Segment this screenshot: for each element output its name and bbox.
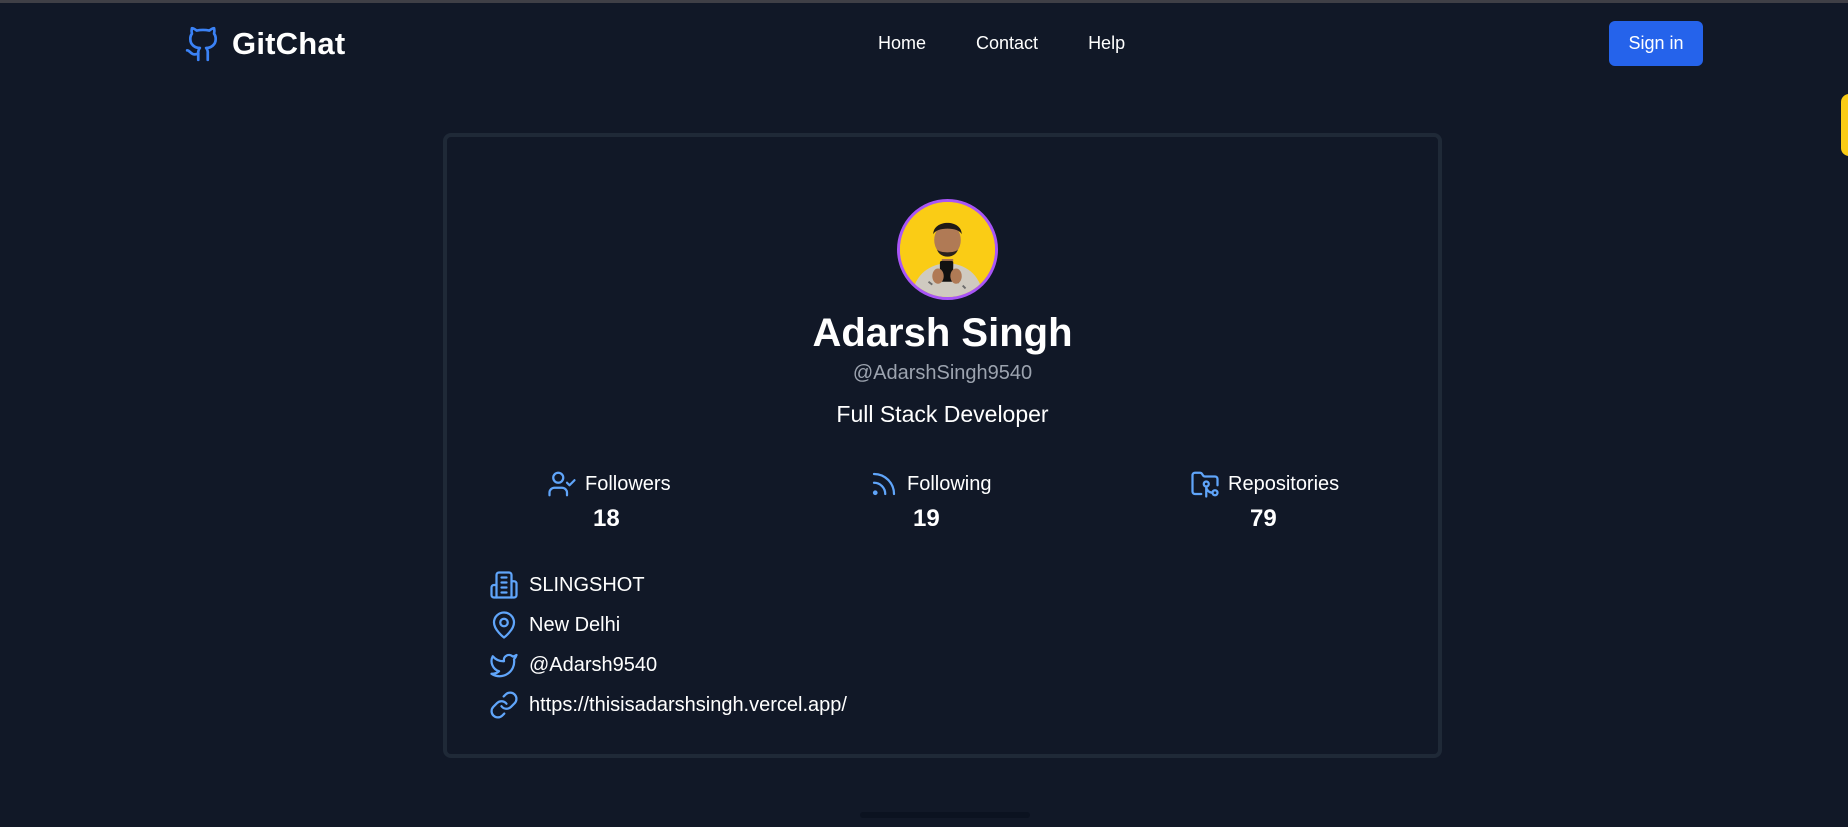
building-icon (490, 571, 518, 599)
avatar (897, 199, 998, 300)
stat-followers[interactable]: Followers 18 (547, 467, 747, 533)
profile-details: SLINGSHOT New Delhi @Adarsh9540 https://… (489, 565, 847, 725)
twitter-icon (490, 653, 518, 678)
link-icon (490, 691, 518, 719)
detail-text[interactable]: @Adarsh9540 (529, 654, 657, 677)
stat-repositories[interactable]: Repositories 79 (1190, 467, 1390, 533)
stat-value: 79 (1250, 505, 1277, 532)
nav-links: Home Contact Help (878, 33, 1125, 54)
stat-label: Followers (585, 472, 671, 495)
side-feedback-tab[interactable] (1841, 94, 1848, 156)
stat-value: 19 (913, 505, 940, 532)
footer-hint (860, 812, 1030, 818)
stat-following[interactable]: Following 19 (869, 467, 1069, 533)
nav-link-help[interactable]: Help (1088, 33, 1125, 54)
stat-value: 18 (593, 505, 620, 532)
detail-text: New Delhi (529, 613, 621, 636)
profile-bio: Full Stack Developer (836, 401, 1049, 427)
map-pin-icon (492, 611, 516, 639)
brand-name: GitChat (232, 26, 346, 61)
detail-text: SLINGSHOT (529, 573, 645, 596)
sign-in-button[interactable]: Sign in (1609, 21, 1703, 66)
stat-label: Repositories (1228, 472, 1340, 495)
detail-link[interactable]: https://thisisadarshsingh.vercel.app/ (529, 694, 847, 717)
user-check-icon (548, 471, 576, 497)
nav-link-home[interactable]: Home (878, 33, 926, 54)
nav-link-contact[interactable]: Contact (976, 33, 1038, 54)
rss-icon (872, 472, 896, 496)
folder-git-icon (1191, 471, 1219, 498)
github-icon (185, 26, 218, 62)
detail-company: SLINGSHOT (489, 565, 847, 605)
navbar: GitChat Home Contact Help Sign in (0, 3, 1848, 83)
profile-card: Adarsh Singh @AdarshSingh9540 Full Stack… (443, 133, 1442, 758)
detail-website[interactable]: https://thisisadarshsingh.vercel.app/ (489, 685, 847, 725)
profile-username: @AdarshSingh9540 (852, 362, 1033, 384)
stat-label: Following (907, 472, 992, 495)
profile-name: Adarsh Singh (812, 311, 1073, 355)
detail-location: New Delhi (489, 605, 847, 645)
brand[interactable]: GitChat (184, 23, 345, 65)
avatar-image (900, 202, 995, 297)
detail-twitter[interactable]: @Adarsh9540 (489, 645, 847, 685)
